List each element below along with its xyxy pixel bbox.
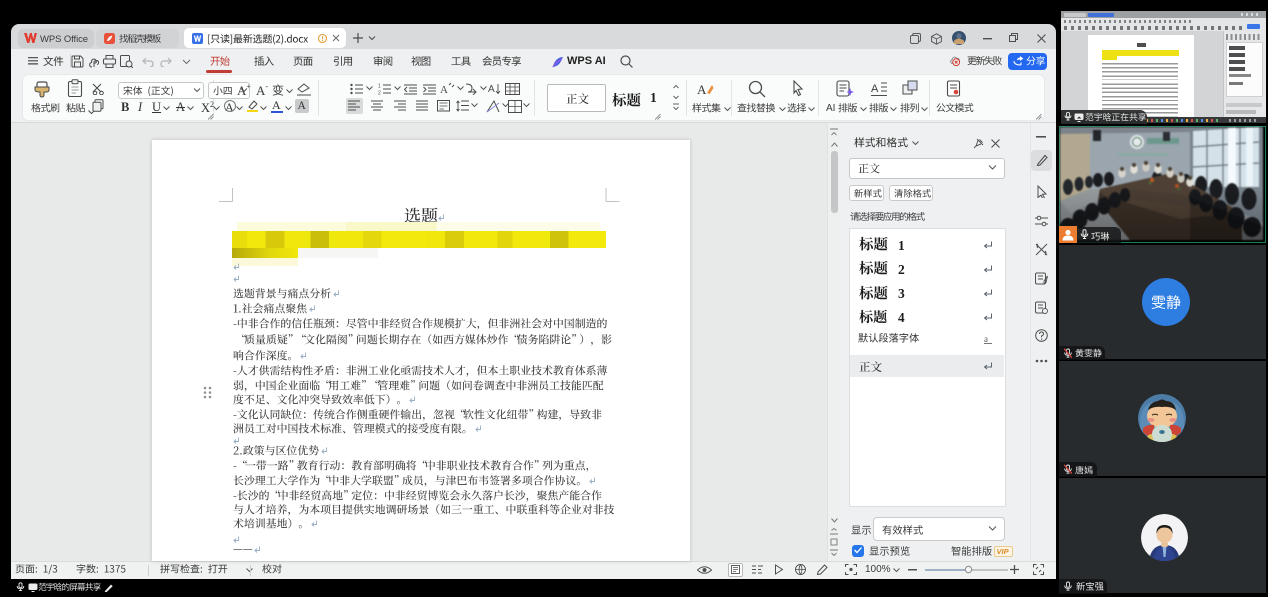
svg-text:A: A: [697, 82, 707, 97]
svg-text:A: A: [871, 83, 879, 95]
svg-text:A: A: [440, 84, 448, 95]
svg-text:a: a: [984, 334, 988, 344]
svg-text:1: 1: [378, 84, 381, 90]
svg-text:2: 2: [378, 91, 381, 96]
svg-text:A: A: [488, 84, 495, 95]
